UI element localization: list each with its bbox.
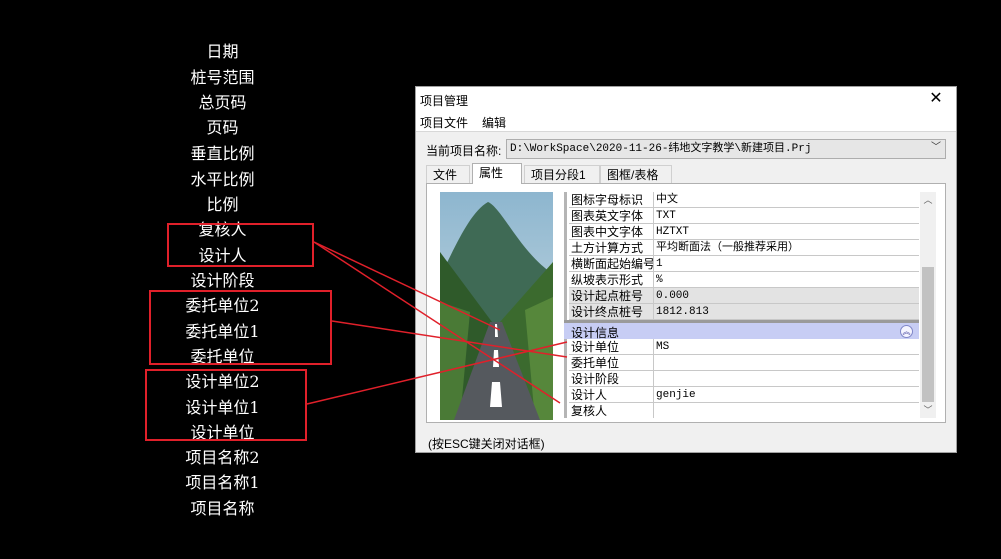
property-row[interactable]: 图表中文字体 HZTXT [564,224,919,240]
property-name: 复核人 [569,403,654,418]
dialog-title: 项目管理 [420,94,469,108]
cad-label-vertical-scale: 垂直比例 [190,144,255,163]
property-row[interactable]: 横断面起始编号 1 [564,256,919,272]
property-row[interactable]: 设计终点桩号 1812.813 [564,304,919,320]
property-value[interactable]: 0.000 [654,288,919,304]
property-name: 图表中文字体 [569,224,654,240]
property-name: 设计终点桩号 [569,304,654,320]
chevron-down-icon[interactable]: ﹀ [931,140,941,158]
property-value[interactable]: genjie [654,387,919,403]
vertical-scrollbar[interactable]: ︿ ﹀ [920,192,936,418]
property-value[interactable] [654,355,919,371]
dialog-titlebar[interactable]: 项目管理 ✕ [416,87,956,111]
property-value[interactable] [654,403,919,418]
property-row[interactable]: 委托单位 [564,355,919,371]
project-name-value: D:\WorkSpace\2020-11-26-纬地文字教学\新建项目.Prj [510,143,812,155]
property-grid: 图标字母标识 中文 图表英文字体 TXT 图表中文字体 HZTXT 土方计算方式 平均断… [564,192,919,418]
project-manager-dialog: 项目管理 ✕ 项目文件 编辑 当前项目名称: D:\WorkSpace\2020… [415,86,957,453]
property-value[interactable]: HZTXT [654,224,919,240]
menu-edit[interactable]: 编辑 [482,114,506,131]
cad-label-date: 日期 [206,42,239,61]
property-name: 图标字母标识 [569,192,654,208]
annotation-box-client [149,290,332,365]
cad-label-project-name: 项目名称 [190,499,255,518]
tab-file[interactable]: 文件 [426,165,470,183]
property-value[interactable]: TXT [654,208,919,224]
cad-label-design-stage: 设计阶段 [190,271,255,290]
cad-label-project-name-1: 项目名称1 [185,473,260,492]
collapse-icon[interactable]: ︽ [900,325,913,338]
scroll-thumb[interactable] [922,267,934,402]
status-hint: (按ESC键关闭对话框) [428,437,545,451]
group-header-design-info[interactable]: 设计信息 ︽ [564,323,919,340]
property-value[interactable]: % [654,272,919,288]
property-name: 设计人 [569,387,654,403]
property-name: 设计阶段 [569,371,654,387]
property-row[interactable]: 设计阶段 [564,371,919,387]
tab-frame-table[interactable]: 图框/表格 [600,165,672,183]
property-row[interactable]: 图表英文字体 TXT [564,208,919,224]
cad-label-station-range: 桩号范围 [190,68,255,87]
property-value[interactable]: 1 [654,256,919,272]
cad-label-project-name-2: 项目名称2 [185,448,260,467]
annotation-box-design-unit [145,369,307,441]
preview-image [440,192,553,420]
property-name: 设计单位 [569,339,654,355]
property-row[interactable]: 设计单位 MS [564,339,919,355]
property-row[interactable]: 设计起点桩号 0.000 [564,288,919,304]
property-row[interactable]: 图标字母标识 中文 [564,192,919,208]
property-name: 横断面起始编号 [569,256,654,272]
annotation-box-reviewer-designer [167,223,314,267]
property-name: 图表英文字体 [569,208,654,224]
cad-label-horizontal-scale: 水平比例 [190,170,255,189]
property-value[interactable]: 中文 [654,192,919,208]
property-row[interactable]: 复核人 [564,403,919,418]
property-name: 设计起点桩号 [569,288,654,304]
tab-properties[interactable]: 属性 [472,163,522,184]
menu-project-file[interactable]: 项目文件 [420,114,468,131]
cad-label-page: 页码 [206,118,239,137]
scroll-up-icon[interactable]: ︿ [920,192,936,208]
cad-label-total-pages: 总页码 [198,93,247,112]
property-value[interactable]: MS [654,339,919,355]
property-value[interactable]: 1812.813 [654,304,919,320]
tab-project-segment-1[interactable]: 项目分段1 [524,165,600,183]
property-name: 委托单位 [569,355,654,371]
property-name: 土方计算方式 [569,240,654,256]
close-icon[interactable]: ✕ [918,87,954,111]
property-row[interactable]: 设计人 genjie [564,387,919,403]
property-value[interactable]: 平均断面法（一般推荐采用） [654,240,919,256]
project-name-label: 当前项目名称: [426,144,502,158]
properties-panel: 图标字母标识 中文 图表英文字体 TXT 图表中文字体 HZTXT 土方计算方式 平均断… [426,183,946,423]
property-name: 纵坡表示形式 [569,272,654,288]
cad-label-scale: 比例 [206,195,239,214]
property-value[interactable] [654,371,919,387]
scroll-down-icon[interactable]: ﹀ [920,402,936,418]
property-row[interactable]: 纵坡表示形式% [564,272,919,288]
menu-bar: 项目文件 编辑 [416,111,956,132]
property-row[interactable]: 土方计算方式 平均断面法（一般推荐采用） [564,240,919,256]
project-name-select[interactable]: D:\WorkSpace\2020-11-26-纬地文字教学\新建项目.Prj … [506,139,946,159]
